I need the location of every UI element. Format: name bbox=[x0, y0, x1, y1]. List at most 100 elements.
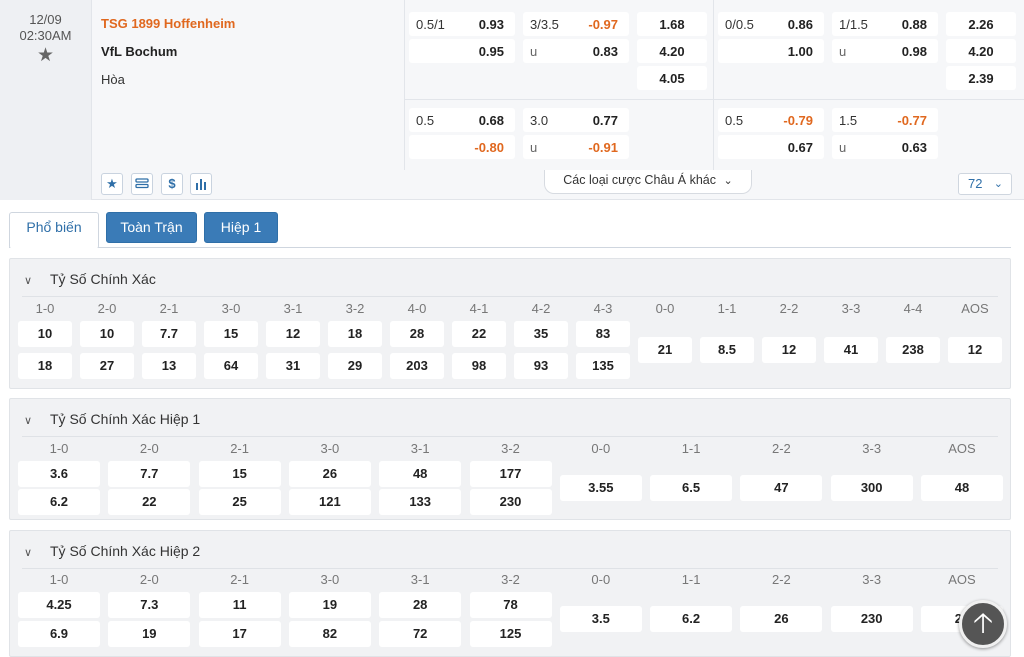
stats-icon[interactable] bbox=[190, 173, 212, 195]
score-odds-home[interactable]: 3.6 bbox=[18, 461, 100, 487]
score-odds-draw[interactable]: 12 bbox=[762, 337, 816, 363]
scroll-to-top-arrow-icon[interactable]: 🡡 bbox=[959, 600, 1007, 648]
score-odds-draw[interactable]: 3.5 bbox=[559, 606, 642, 632]
score-odds-away[interactable]: 133 bbox=[379, 489, 462, 515]
score-odds-home[interactable]: 4.25 bbox=[18, 592, 100, 618]
odds-cell-ft-hdp-away[interactable]: 0.95 bbox=[409, 39, 515, 63]
score-odds-away[interactable]: 135 bbox=[576, 353, 630, 379]
score-odds-away[interactable]: 19 bbox=[108, 621, 191, 647]
score-odds-away[interactable]: 93 bbox=[514, 353, 568, 379]
odds-cell-h1-hdp-home[interactable]: 0/0.5 0.86 bbox=[718, 12, 824, 36]
score-odds-away[interactable]: 25 bbox=[198, 489, 281, 515]
section-header[interactable]: ∨ Tỷ Số Chính Xác Hiệp 1 bbox=[24, 411, 200, 427]
tab-popular[interactable]: Phổ biến bbox=[9, 212, 99, 249]
odds-cell-ft2-hdp-home[interactable]: 0.5 0.68 bbox=[409, 108, 515, 132]
score-odds-away[interactable]: 6.2 bbox=[18, 489, 100, 515]
score-odds-draw[interactable]: 3.55 bbox=[559, 475, 642, 501]
odds-cell-ft2-hdp-away[interactable]: -0.80 bbox=[409, 135, 515, 159]
odds-cell-h1-hdp-away[interactable]: 1.00 bbox=[718, 39, 824, 63]
favorite-star-icon[interactable]: ★ bbox=[37, 46, 54, 65]
score-odds-home[interactable]: 19 bbox=[288, 592, 371, 618]
odds-cell-h1-ou-under[interactable]: u 0.98 bbox=[832, 39, 938, 63]
score-odds-home[interactable]: 177 bbox=[469, 461, 552, 487]
score-odds-home[interactable]: 22 bbox=[452, 321, 506, 347]
score-odds-away[interactable]: 72 bbox=[379, 621, 462, 647]
score-odds-draw[interactable]: 26 bbox=[740, 606, 823, 632]
more-asian-odds-toggle[interactable]: Các loại cược Châu Á khác ⌄ bbox=[544, 170, 752, 194]
score-odds-home[interactable]: 15 bbox=[204, 321, 258, 347]
score-odds-away[interactable]: 13 bbox=[142, 353, 196, 379]
score-odds-away[interactable]: 82 bbox=[288, 621, 371, 647]
section-header[interactable]: ∨ Tỷ Số Chính Xác Hiệp 2 bbox=[24, 543, 200, 559]
score-odds-draw[interactable]: 6.5 bbox=[650, 475, 733, 501]
score-odds-away[interactable]: 230 bbox=[469, 489, 552, 515]
score-label: 2-1 bbox=[159, 301, 179, 316]
odds-cell-ft-hdp-home[interactable]: 0.5/1 0.93 bbox=[409, 12, 515, 36]
score-odds-home[interactable]: 28 bbox=[390, 321, 444, 347]
odds-cell-ft-1x2-draw[interactable]: 4.05 bbox=[637, 66, 707, 90]
tab-firsthalf[interactable]: Hiệp 1 bbox=[204, 212, 278, 243]
dollar-icon[interactable]: $ bbox=[161, 173, 183, 195]
score-odds-home[interactable]: 48 bbox=[379, 461, 462, 487]
score-odds-draw[interactable]: 41 bbox=[824, 337, 878, 363]
score-odds-draw[interactable]: 12 bbox=[948, 337, 1002, 363]
odds-cell-h1-ou-over[interactable]: 1/1.5 0.88 bbox=[832, 12, 938, 36]
score-odds-away[interactable]: 27 bbox=[80, 353, 134, 379]
score-odds-draw[interactable]: 8.5 bbox=[700, 337, 754, 363]
odds-cell-h12-hdp-away[interactable]: 0.67 bbox=[718, 135, 824, 159]
score-odds-draw[interactable]: 300 bbox=[830, 475, 913, 501]
score-odds-away[interactable]: 22 bbox=[108, 489, 191, 515]
odds-cell-ft2-ou-over[interactable]: 3.0 0.77 bbox=[523, 108, 629, 132]
score-odds-home[interactable]: 10 bbox=[80, 321, 134, 347]
odds-cell-ft-ou-under[interactable]: u 0.83 bbox=[523, 39, 629, 63]
score-odds-home[interactable]: 11 bbox=[198, 592, 281, 618]
odds-cell-ft-ou-over[interactable]: 3/3.5 -0.97 bbox=[523, 12, 629, 36]
tab-fulltime[interactable]: Toàn Trận bbox=[106, 212, 197, 243]
score-odds-away[interactable]: 125 bbox=[469, 621, 552, 647]
score-odds-away[interactable]: 64 bbox=[204, 353, 258, 379]
score-odds-home[interactable]: 83 bbox=[576, 321, 630, 347]
odds-cell-h12-ou-under[interactable]: u 0.63 bbox=[832, 135, 938, 159]
score-odds-home[interactable]: 78 bbox=[469, 592, 552, 618]
score-odds-home[interactable]: 26 bbox=[288, 461, 371, 487]
star-icon[interactable]: ★ bbox=[101, 173, 123, 195]
score-odds-draw[interactable]: 230 bbox=[830, 606, 913, 632]
score-odds-home[interactable]: 15 bbox=[198, 461, 281, 487]
score-odds-draw[interactable]: 238 bbox=[886, 337, 940, 363]
score-odds-home[interactable]: 18 bbox=[328, 321, 382, 347]
score-odds-away[interactable]: 18 bbox=[18, 353, 72, 379]
away-team[interactable]: VfL Bochum bbox=[101, 43, 404, 71]
score-odds-away[interactable]: 203 bbox=[390, 353, 444, 379]
section-header[interactable]: ∨ Tỷ Số Chính Xác bbox=[24, 271, 156, 287]
score-odds-home[interactable]: 7.7 bbox=[108, 461, 191, 487]
score-odds-away[interactable]: 98 bbox=[452, 353, 506, 379]
score-odds-draw[interactable]: 6.2 bbox=[650, 606, 733, 632]
odds-cell-h1-1x2-draw[interactable]: 2.39 bbox=[946, 66, 1016, 90]
score-odds-away[interactable]: 31 bbox=[266, 353, 320, 379]
list-icon[interactable] bbox=[131, 173, 153, 195]
odds-cell-h12-ou-over[interactable]: 1.5 -0.77 bbox=[832, 108, 938, 132]
market-count-button[interactable]: 72 ⌄ bbox=[958, 173, 1012, 195]
score-odds-home[interactable]: 10 bbox=[18, 321, 72, 347]
score-odds-home[interactable]: 7.7 bbox=[142, 321, 196, 347]
odds-cell-h12-hdp-home[interactable]: 0.5 -0.79 bbox=[718, 108, 824, 132]
score-odds-home[interactable]: 28 bbox=[379, 592, 462, 618]
score-odds-away[interactable]: 121 bbox=[288, 489, 371, 515]
correct-score-h2-section: ∨ Tỷ Số Chính Xác Hiệp 2 1-0 4.25 6.9 2-0 7.3… bbox=[9, 530, 1011, 657]
odds-cell-h1-1x2-home[interactable]: 2.26 bbox=[946, 12, 1016, 36]
odds-cell-ft2-ou-under[interactable]: u -0.91 bbox=[523, 135, 629, 159]
home-team[interactable]: TSG 1899 Hoffenheim bbox=[101, 15, 404, 43]
score-odds-away[interactable]: 6.9 bbox=[18, 621, 100, 647]
score-odds-home[interactable]: 7.3 bbox=[108, 592, 191, 618]
section-divider bbox=[22, 296, 998, 297]
score-odds-draw[interactable]: 47 bbox=[740, 475, 823, 501]
score-odds-away[interactable]: 17 bbox=[198, 621, 281, 647]
score-odds-away[interactable]: 29 bbox=[328, 353, 382, 379]
score-odds-draw[interactable]: 21 bbox=[638, 337, 692, 363]
odds-cell-ft-1x2-away[interactable]: 4.20 bbox=[637, 39, 707, 63]
score-odds-home[interactable]: 35 bbox=[514, 321, 568, 347]
score-odds-home[interactable]: 12 bbox=[266, 321, 320, 347]
odds-cell-ft-1x2-home[interactable]: 1.68 bbox=[637, 12, 707, 36]
score-odds-draw[interactable]: 48 bbox=[921, 475, 1003, 501]
odds-cell-h1-1x2-away[interactable]: 4.20 bbox=[946, 39, 1016, 63]
